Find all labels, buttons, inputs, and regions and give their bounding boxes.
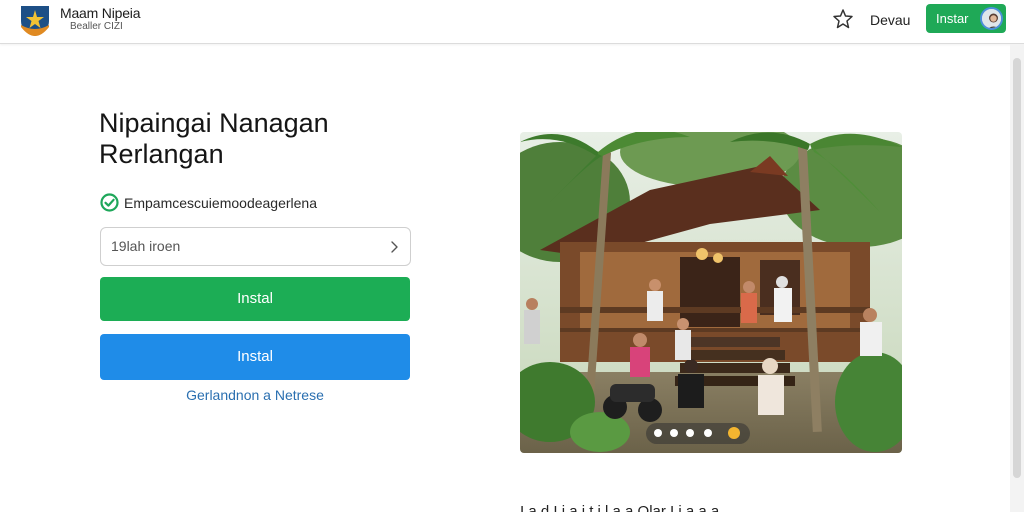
- status-text: Empamcescuiemoodeagerlena: [124, 195, 317, 211]
- carousel-dots: [646, 423, 750, 444]
- search-input[interactable]: [111, 238, 371, 254]
- page-title-line-2: Rerlangan: [99, 139, 224, 169]
- brand-name: Maam Nipeia: [60, 5, 141, 21]
- brand-subtitle: Bealler CIZI: [70, 21, 123, 32]
- page-title: Nipaingai Nanagan Rerlangan: [99, 108, 399, 170]
- carousel-dot-4[interactable]: [704, 429, 712, 437]
- shield-star-logo[interactable]: [18, 3, 52, 37]
- check-circle-icon: [100, 193, 119, 212]
- page-title-line-1: Nipaingai Nanagan: [99, 108, 329, 138]
- scrollbar-thumb[interactable]: [1013, 58, 1021, 478]
- user-avatar-icon[interactable]: [980, 7, 1003, 30]
- star-outline-icon[interactable]: [832, 8, 854, 30]
- top-header: Maam Nipeia Bealler CIZI Devau Instar: [0, 0, 1024, 44]
- install-button-primary[interactable]: Instal: [100, 277, 410, 321]
- install-button-secondary[interactable]: Instal: [100, 334, 410, 380]
- footer-cutoff-text: I a d I i a i t i l a a Olar I i a a a: [520, 503, 720, 512]
- header-install-label: Instar: [936, 11, 969, 26]
- search-field[interactable]: [100, 227, 411, 266]
- carousel-dot-5-active[interactable]: [728, 427, 740, 439]
- carousel-image[interactable]: [520, 132, 902, 453]
- carousel-dot-1[interactable]: [654, 429, 662, 437]
- secondary-link[interactable]: Gerlandnon a Netrese: [100, 387, 410, 403]
- page-scrollbar[interactable]: [1010, 44, 1024, 512]
- header-install-button[interactable]: Instar: [926, 4, 1006, 33]
- carousel-dot-3[interactable]: [686, 429, 694, 437]
- nav-link-devau[interactable]: Devau: [870, 12, 910, 28]
- chevron-right-icon[interactable]: [390, 240, 400, 254]
- carousel-dot-2[interactable]: [670, 429, 678, 437]
